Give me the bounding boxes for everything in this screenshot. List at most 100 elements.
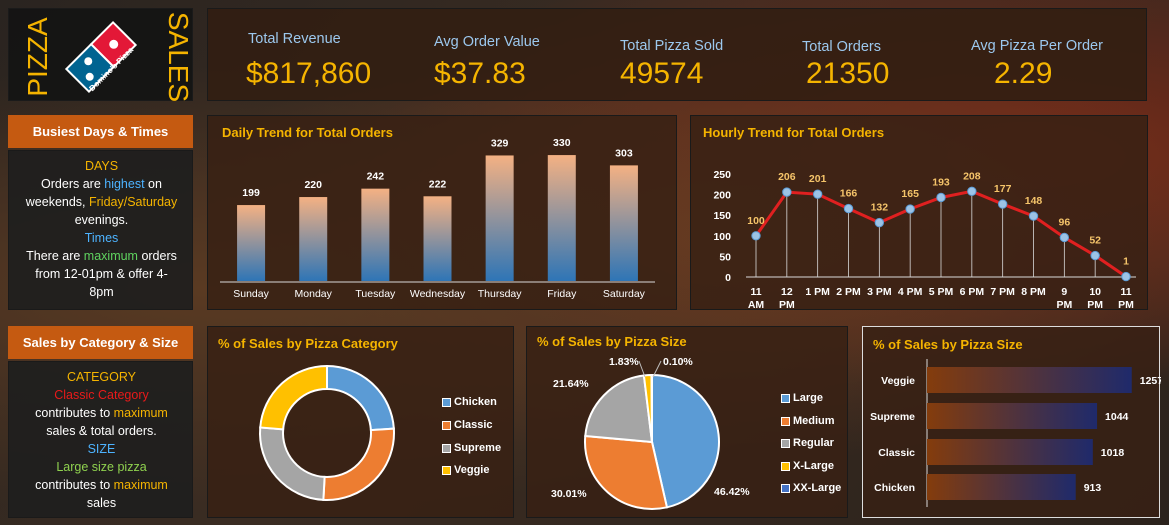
busiest-title: Busiest Days & Times <box>8 115 193 148</box>
busiest-line-2: weekends, Friday/Saturday <box>25 195 178 209</box>
legend-x-large: X-Large <box>781 460 834 472</box>
point-value-label: 166 <box>840 188 858 200</box>
pie-value-label: 1.83% <box>609 356 639 368</box>
size-pie-panel: % of Sales by Pizza Size 46.42% 30.01% 21.… <box>526 326 848 518</box>
busiest-line-6: 8pm <box>89 285 114 299</box>
x-tick-label: 11 AM <box>748 286 765 311</box>
salescat-line-4: Large size pizza <box>56 460 147 474</box>
bar-value-label: 222 <box>429 178 447 190</box>
busiest-line-5: from 12-01pm & offer 4- <box>35 267 168 281</box>
legend-swatch <box>781 438 790 448</box>
salescat-text: CATEGORY Classic Category contributes to… <box>9 368 194 512</box>
point-value-label: 96 <box>1058 216 1070 228</box>
data-point <box>782 187 792 197</box>
salescat-line-1: Classic Category <box>54 388 149 402</box>
donut-slice-chicken <box>326 364 395 432</box>
y-tick-label: 200 <box>713 190 731 202</box>
y-tick-label: Classic <box>878 447 915 459</box>
hourly-trend-panel: Hourly Trend for Total Orders 0 50 100 150 2… <box>690 115 1148 311</box>
point-value-label: 201 <box>809 173 827 185</box>
bar-wednesday <box>423 196 452 281</box>
y-tick-label: 150 <box>713 210 731 222</box>
point-value-label: 1 <box>1123 256 1129 268</box>
x-tick-label: 7 PM <box>990 286 1015 298</box>
y-tick-label: 250 <box>713 169 731 181</box>
kpi-label-avg-pizza-per-order: Avg Pizza Per Order <box>971 38 1103 54</box>
category-donut-panel: % of Sales by Pizza Category Chicken Cla… <box>207 326 514 518</box>
daily-trend-panel: Daily Trend for Total Orders 199 Sunday 22… <box>207 115 677 310</box>
kpi-value-total-revenue: $817,860 <box>246 57 372 90</box>
busiest-line-3: evenings. <box>74 213 129 227</box>
y-tick-label: Supreme <box>870 411 915 423</box>
legend-chicken: Chicken <box>442 396 497 408</box>
point-value-label: 52 <box>1089 235 1101 247</box>
point-value-label: 177 <box>994 183 1012 195</box>
busiest-text: DAYS Orders are highest on weekends, Fri… <box>9 157 194 301</box>
bar-monday <box>299 197 328 281</box>
pie-value-label: 0.10% <box>663 356 693 368</box>
x-tick-label: Thursday <box>478 288 523 300</box>
x-tick-label: 1 PM <box>805 286 830 298</box>
pie-slice-regular <box>584 374 654 444</box>
salescat-line-5: contributes to maximum <box>35 478 168 492</box>
times-heading: Times <box>84 231 119 245</box>
salescat-title: Sales by Category & Size <box>8 326 193 359</box>
x-tick-label: 5 PM <box>929 286 954 298</box>
x-tick-label: Tuesday <box>355 288 396 300</box>
data-point <box>1090 250 1100 261</box>
legend-classic: Classic <box>442 419 493 431</box>
pie-value-label: 46.42% <box>714 486 750 498</box>
bar-value-label: 1257 <box>1140 375 1161 387</box>
x-tick-label: 11 PM <box>1118 286 1134 311</box>
bar-saturday <box>609 165 638 281</box>
data-point <box>997 199 1008 209</box>
bar-value-label: 220 <box>304 179 322 191</box>
legend-medium: Medium <box>781 415 835 427</box>
data-point <box>1028 211 1039 221</box>
x-tick-label: Friday <box>547 288 577 300</box>
donut-slice-classic <box>322 427 395 501</box>
busiest-panel: DAYS Orders are highest on weekends, Fri… <box>8 150 193 310</box>
size-bar-panel: % of Sales by Pizza Size Veggie 1257 Supre… <box>862 326 1161 518</box>
legend-large: Large <box>781 392 823 404</box>
salescat-line-3: sales & total orders. <box>46 424 157 438</box>
x-tick-label: Saturday <box>603 288 646 300</box>
x-tick-label: 12 PM <box>779 286 795 311</box>
legend-swatch <box>781 483 790 493</box>
y-tick-label: 100 <box>713 231 731 243</box>
legend-swatch <box>781 416 790 426</box>
hbar-chicken <box>927 474 1076 500</box>
kpi-value-total-pizza-sold: 49574 <box>620 57 704 90</box>
category-heading: CATEGORY <box>67 370 136 384</box>
size-bar-chart: Veggie 1257 Supreme 1044 Classic 1018 Chicken 9… <box>870 359 1161 507</box>
bar-value-label: 1018 <box>1101 447 1125 459</box>
data-point <box>905 204 915 214</box>
y-tick-label: Veggie <box>881 375 915 387</box>
x-tick-label: 6 PM <box>960 286 985 298</box>
point-value-label: 148 <box>1025 195 1043 207</box>
data-point <box>843 203 854 214</box>
donut-slice-supreme <box>259 426 326 501</box>
kpi-label-total-orders: Total Orders <box>802 39 881 55</box>
data-point <box>812 189 823 199</box>
bar-tuesday <box>361 188 390 281</box>
busiest-line-4: There are maximum orders <box>26 249 177 263</box>
brand-word-left: PIZZA <box>22 17 53 97</box>
hbar-veggie <box>927 367 1132 393</box>
x-tick-label: 2 PM <box>836 286 861 298</box>
x-tick-label: 8 PM <box>1021 286 1046 298</box>
y-tick-label: 0 <box>725 272 731 284</box>
legend-swatch <box>442 397 451 407</box>
bar-sunday <box>237 205 266 281</box>
point-value-label: 206 <box>778 171 796 183</box>
x-tick-label: 10 PM <box>1087 286 1103 311</box>
legend-veggie: Veggie <box>442 464 489 476</box>
data-point <box>967 186 977 197</box>
bar-value-label: 329 <box>491 137 509 149</box>
brand-panel: PIZZA SALES Domino's Pizza <box>8 8 194 102</box>
kpi-label-avg-order-value: Avg Order Value <box>434 34 540 50</box>
legend-xx-large: XX-Large <box>781 482 841 494</box>
hbar-supreme <box>927 403 1098 429</box>
legend-swatch <box>442 465 451 475</box>
bar-value-label: 330 <box>553 137 571 149</box>
